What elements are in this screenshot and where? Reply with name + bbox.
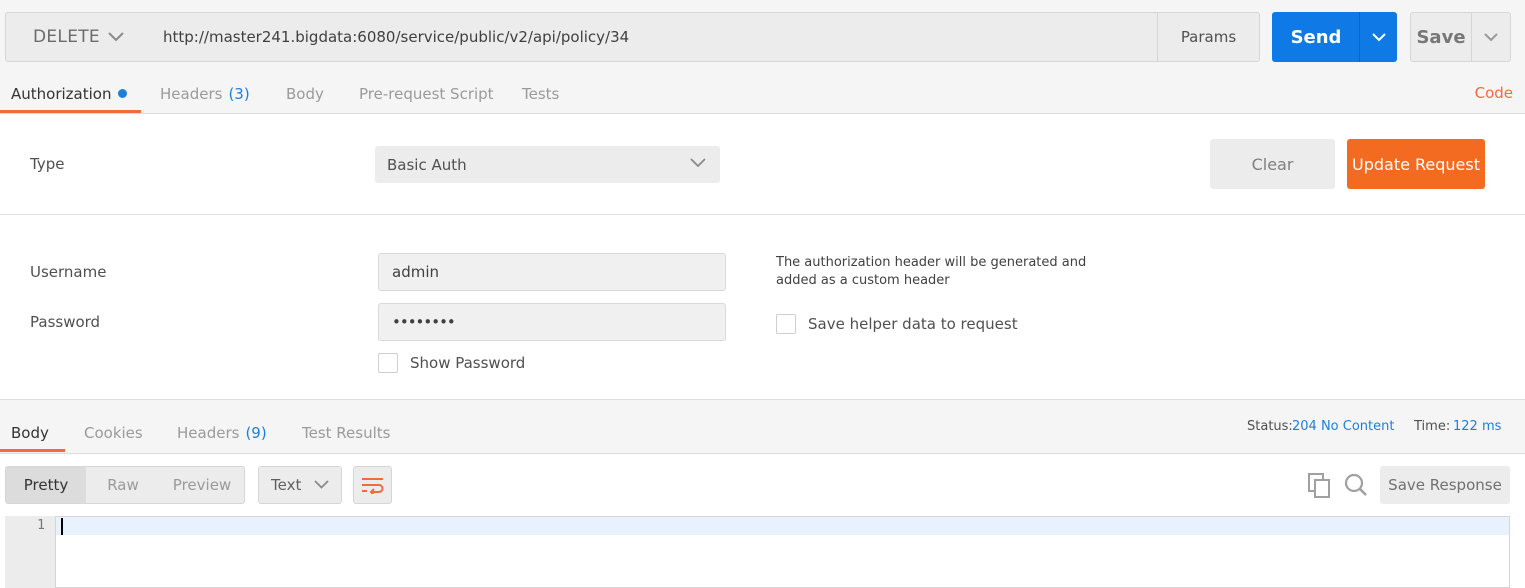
username-input[interactable]: admin	[378, 253, 726, 291]
divider	[0, 214, 1525, 215]
update-request-button[interactable]: Update Request	[1347, 139, 1485, 189]
code-link[interactable]: Code	[1475, 84, 1513, 102]
tab-test-results[interactable]: Test Results	[302, 413, 390, 453]
active-line-highlight	[56, 517, 1509, 535]
chevron-down-icon	[108, 32, 124, 42]
save-helper-label: Save helper data to request	[808, 315, 1018, 333]
preview-button[interactable]: Preview	[160, 467, 244, 503]
time-value[interactable]: 122 ms	[1453, 419, 1501, 434]
save-dropdown-button[interactable]	[1471, 12, 1511, 62]
url-input[interactable]: http://master241.bigdata:6080/service/pu…	[150, 12, 1158, 62]
send-button[interactable]: Send	[1272, 12, 1360, 62]
method-value: DELETE	[33, 27, 100, 47]
active-tab-indicator	[0, 449, 65, 452]
raw-button[interactable]: Raw	[86, 467, 160, 503]
tab-authorization[interactable]: Authorization	[11, 74, 128, 113]
status-label: Status:	[1247, 419, 1293, 434]
tab-label: Headers	[177, 424, 240, 442]
show-password-checkbox[interactable]	[378, 353, 398, 373]
tab-tests[interactable]: Tests	[522, 74, 559, 113]
tab-label: Pre-request Script	[359, 84, 494, 103]
time-label: Time:	[1414, 419, 1451, 434]
tab-label: Cookies	[84, 424, 143, 442]
auth-type-select[interactable]: Basic Auth	[375, 146, 720, 183]
tab-label: Headers	[160, 84, 223, 103]
send-dropdown-button[interactable]	[1359, 12, 1397, 62]
auth-type-value: Basic Auth	[387, 155, 467, 174]
chevron-down-icon	[1484, 32, 1498, 42]
save-response-button[interactable]: Save Response	[1380, 466, 1510, 504]
tab-pre-request-script[interactable]: Pre-request Script	[359, 74, 494, 113]
active-dot-icon	[118, 89, 128, 98]
headers-count: (9)	[245, 424, 267, 442]
tab-label: Test Results	[302, 424, 391, 442]
save-helper-checkbox[interactable]	[776, 314, 796, 334]
chevron-down-icon	[314, 480, 329, 489]
search-icon[interactable]	[1344, 473, 1368, 497]
save-button[interactable]: Save	[1410, 12, 1472, 62]
username-label: Username	[30, 263, 107, 281]
text-cursor	[61, 518, 63, 535]
headers-count: (3)	[228, 84, 250, 103]
tab-label: Tests	[522, 84, 560, 103]
password-label: Password	[30, 313, 101, 331]
type-label: Type	[30, 155, 65, 173]
tab-cookies[interactable]: Cookies	[84, 413, 143, 453]
params-button[interactable]: Params	[1157, 12, 1260, 62]
tab-headers[interactable]: Headers (3)	[160, 74, 250, 113]
status-value[interactable]: 204 No Content	[1292, 419, 1394, 434]
view-mode-toggle: Pretty Raw Preview	[5, 466, 245, 504]
show-password-label: Show Password	[410, 354, 526, 372]
method-select[interactable]: DELETE	[5, 12, 151, 62]
chevron-down-icon	[1371, 32, 1386, 42]
active-tab-indicator	[0, 110, 141, 113]
tab-body[interactable]: Body	[286, 74, 324, 113]
pretty-button[interactable]: Pretty	[6, 467, 86, 503]
wrap-lines-icon	[361, 476, 385, 494]
wrap-lines-button[interactable]	[353, 466, 392, 504]
request-tabs: Authorization Headers (3) Body Pre-reque…	[0, 74, 1525, 114]
tab-response-body[interactable]: Body	[11, 413, 49, 453]
chevron-down-icon	[690, 158, 706, 168]
tab-label: Authorization	[11, 84, 112, 103]
tab-label: Body	[11, 424, 49, 442]
format-value: Text	[271, 476, 302, 494]
format-select[interactable]: Text	[258, 466, 342, 504]
copy-icon[interactable]	[1308, 473, 1331, 498]
password-input[interactable]: ••••••••	[378, 303, 726, 341]
tab-label: Body	[286, 84, 324, 103]
line-number: 1	[37, 518, 45, 533]
clear-button[interactable]: Clear	[1210, 139, 1335, 189]
auth-help-text: The authorization header will be generat…	[776, 255, 1087, 288]
tab-response-headers[interactable]: Headers (9)	[177, 413, 267, 453]
